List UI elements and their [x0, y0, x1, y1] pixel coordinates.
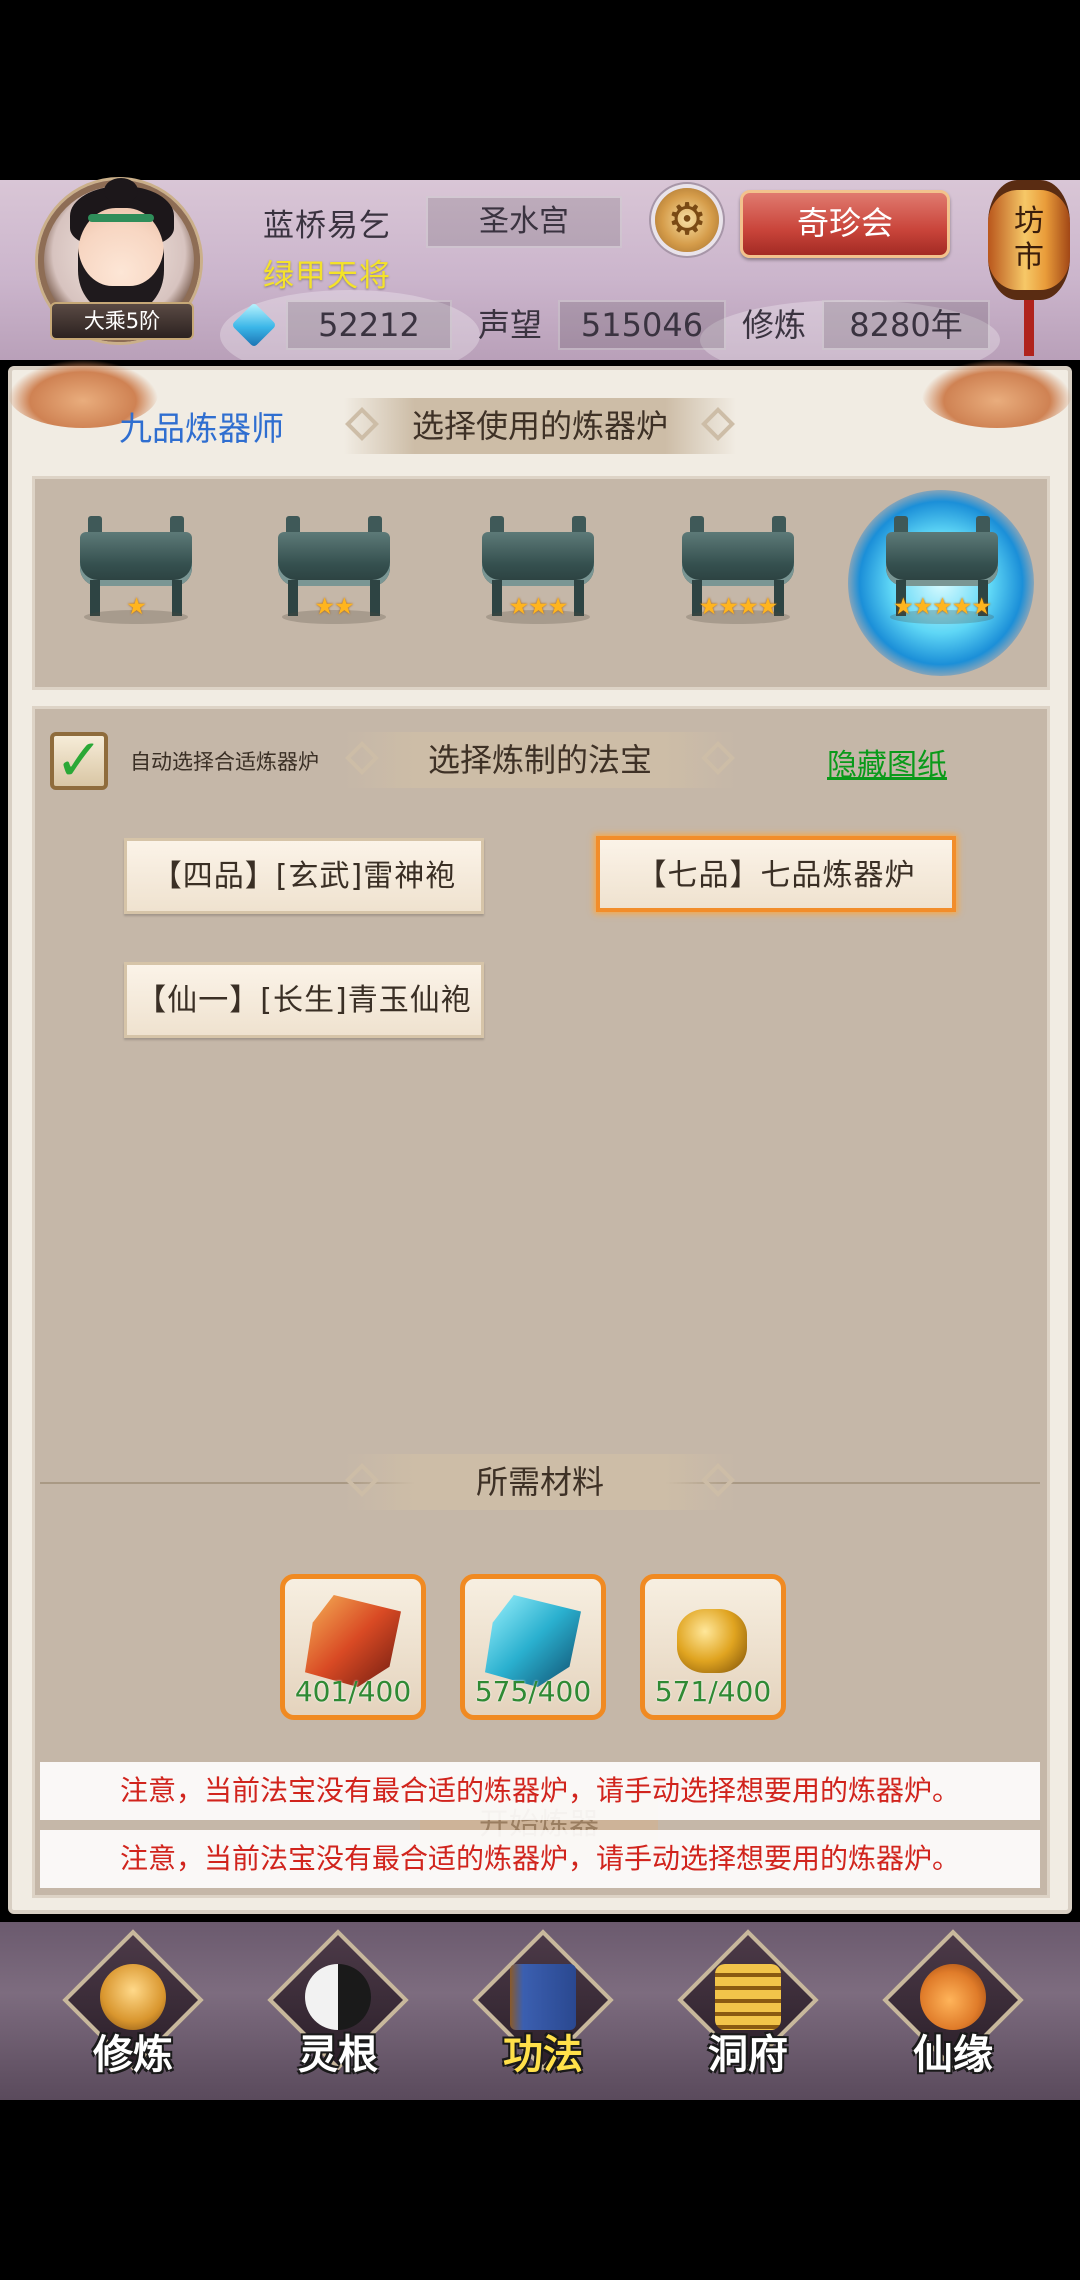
avatar-hair-bun	[104, 178, 138, 204]
sect-name: 圣水宫	[426, 196, 622, 248]
nav-label: 修炼	[93, 2032, 173, 2078]
nav-cave-abode[interactable]: 洞府	[673, 1929, 823, 2090]
reputation-label: 声望	[478, 306, 543, 344]
furnace-4-star[interactable]: ★★★★	[668, 510, 808, 630]
recipe-item-selected[interactable]: 【七品】七品炼器炉	[596, 836, 956, 912]
material-count: 575/400	[474, 1675, 592, 1708]
furnace-stars: ★★★	[508, 594, 569, 620]
lantern-tassel	[1024, 300, 1034, 356]
reputation-value: 515046	[558, 300, 726, 350]
materials-section-title: 所需材料	[344, 1454, 736, 1510]
checkmark-icon: ✓	[54, 726, 104, 794]
treasure-section-title: 选择炼制的法宝	[344, 732, 736, 788]
pagoda-icon	[715, 1964, 781, 2030]
furnace-stars: ★★★★	[698, 594, 778, 620]
nav-label: 仙缘	[913, 2032, 993, 2078]
cultivation-years: 8280年	[822, 300, 990, 350]
forge-master-rank: 九品炼器师	[119, 409, 284, 448]
nav-label: 功法	[503, 2032, 583, 2078]
notice-message: 注意，当前法宝没有最合适的炼器炉，请手动选择想要用的炼器炉。	[40, 1830, 1040, 1888]
recipe-item[interactable]: 【四品】[玄武]雷神袍	[124, 838, 484, 914]
furnace-1-star[interactable]: ★	[66, 510, 206, 630]
avatar-face	[78, 208, 164, 312]
material-slot-gold-ore[interactable]: 571/400	[640, 1574, 786, 1720]
monk-icon	[100, 1964, 166, 2030]
gold-ore-icon	[677, 1609, 747, 1673]
nav-label: 洞府	[708, 2032, 788, 2078]
nav-cultivation[interactable]: 修炼	[58, 1929, 208, 2090]
furnace-stars: ★★★★★	[892, 594, 992, 620]
ice-crystal-icon	[485, 1595, 581, 1687]
notice-message: 注意，当前法宝没有最合适的炼器炉，请手动选择想要用的炼器炉。	[40, 1762, 1040, 1820]
scripture-book-icon	[510, 1964, 576, 2030]
furnace-3-star[interactable]: ★★★	[468, 510, 608, 630]
hide-blueprints-link[interactable]: 隐藏图纸	[827, 740, 947, 784]
spirit-stone-count: 52212	[286, 300, 452, 350]
nav-techniques[interactable]: 功法	[468, 1929, 618, 2090]
furnace-section-title: 选择使用的炼器炉	[344, 398, 736, 454]
material-count: 571/400	[654, 1675, 772, 1708]
furnace-5-star[interactable]: ★★★★★	[872, 510, 1012, 630]
player-title: 绿甲天将	[263, 258, 391, 294]
furnace-stars: ★★	[314, 594, 354, 620]
avatar-hairpin	[88, 214, 154, 222]
auto-select-checkbox[interactable]: ✓	[50, 731, 108, 790]
furnace-stars: ★	[126, 594, 147, 620]
market-lantern-label: 坊市	[1014, 204, 1044, 275]
market-lantern-button[interactable]: 坊市	[988, 180, 1070, 300]
gear-icon[interactable]: ⚙	[655, 188, 719, 252]
rank-badge: 大乘5阶	[50, 302, 194, 340]
recipe-item[interactable]: 【仙一】[长生]青玉仙袍	[124, 962, 484, 1038]
furnace-2-star[interactable]: ★★	[264, 510, 404, 630]
player-name: 蓝桥易乞	[263, 208, 391, 244]
nav-fate[interactable]: 仙缘	[878, 1929, 1028, 2090]
material-count: 401/400	[294, 1675, 412, 1708]
material-slot-fire-crystal[interactable]: 401/400	[280, 1574, 426, 1720]
fire-crystal-icon	[305, 1595, 401, 1687]
nav-label: 灵根	[298, 2032, 378, 2078]
panel-corner-right	[922, 360, 1072, 428]
gourd-icon	[920, 1964, 986, 2030]
auto-select-label: 自动选择合适炼器炉	[130, 750, 319, 774]
taiji-sword-icon	[305, 1964, 371, 2030]
cultivation-label: 修炼	[742, 306, 807, 344]
material-slot-ice-crystal[interactable]: 575/400	[460, 1574, 606, 1720]
treasure-auction-button[interactable]: 奇珍会	[740, 190, 950, 258]
nav-spirit-root[interactable]: 灵根	[263, 1929, 413, 2090]
